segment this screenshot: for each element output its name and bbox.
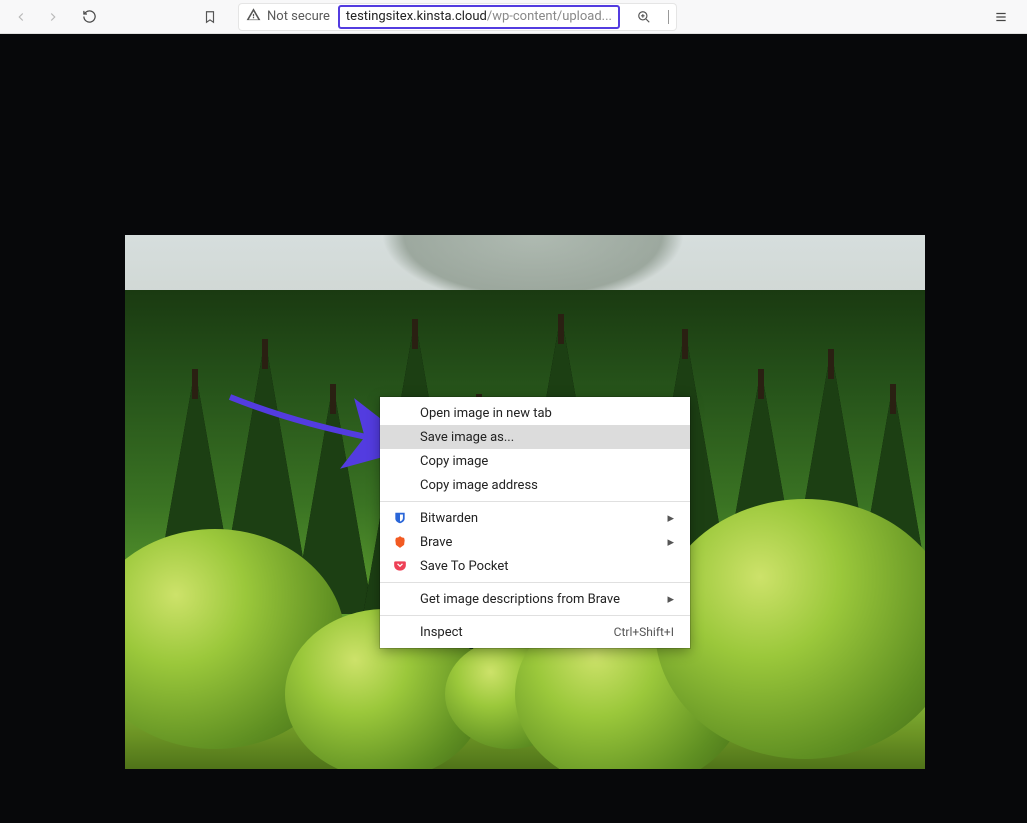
page-viewport: Open image in new tab Save image as... C… — [0, 34, 1027, 823]
warning-icon — [246, 7, 261, 26]
zoom-icon[interactable] — [634, 7, 654, 27]
ctx-open-image-new-tab[interactable]: Open image in new tab — [380, 401, 690, 425]
ctx-bitwarden[interactable]: Bitwarden ▸ — [380, 506, 690, 530]
url-path: /wp-content/upload... — [487, 9, 612, 24]
back-button[interactable] — [10, 6, 32, 28]
forward-button[interactable] — [42, 6, 64, 28]
ctx-shortcut: Ctrl+Shift+I — [614, 625, 674, 639]
ctx-copy-image[interactable]: Copy image — [380, 449, 690, 473]
bookmark-button[interactable] — [200, 7, 220, 27]
ctx-inspect[interactable]: Inspect Ctrl+Shift+I — [380, 620, 690, 644]
ctx-item-label: Inspect — [420, 625, 463, 640]
context-menu: Open image in new tab Save image as... C… — [380, 397, 690, 648]
url-domain: testingsitex.kinsta.cloud — [346, 9, 487, 24]
security-indicator[interactable]: Not secure — [246, 7, 330, 26]
ctx-get-image-descriptions[interactable]: Get image descriptions from Brave ▸ — [380, 587, 690, 611]
ctx-item-label: Save image as... — [420, 430, 514, 445]
ctx-item-label: Brave — [420, 535, 452, 550]
chevron-right-icon: ▸ — [667, 535, 674, 550]
brave-icon — [392, 534, 408, 550]
chevron-right-icon: ▸ — [667, 592, 674, 607]
not-secure-label: Not secure — [267, 9, 330, 24]
ctx-separator — [380, 615, 690, 616]
ctx-copy-image-address[interactable]: Copy image address — [380, 473, 690, 497]
url-cursor — [668, 10, 669, 24]
bitwarden-icon — [392, 510, 408, 526]
menu-button[interactable] — [991, 7, 1011, 27]
ctx-item-label: Get image descriptions from Brave — [420, 592, 620, 607]
url-highlight-box: testingsitex.kinsta.cloud/wp-content/upl… — [338, 5, 620, 29]
pocket-icon — [392, 558, 408, 574]
chevron-right-icon: ▸ — [667, 511, 674, 526]
ctx-separator — [380, 582, 690, 583]
ctx-item-label: Open image in new tab — [420, 406, 552, 421]
ctx-separator — [380, 501, 690, 502]
ctx-item-label: Bitwarden — [420, 511, 478, 526]
browser-toolbar: Not secure testingsitex.kinsta.cloud/wp-… — [0, 0, 1027, 34]
ctx-save-to-pocket[interactable]: Save To Pocket — [380, 554, 690, 578]
reload-button[interactable] — [78, 6, 100, 28]
ctx-brave[interactable]: Brave ▸ — [380, 530, 690, 554]
ctx-save-image-as[interactable]: Save image as... — [380, 425, 690, 449]
ctx-item-label: Save To Pocket — [420, 559, 509, 574]
address-bar[interactable]: Not secure testingsitex.kinsta.cloud/wp-… — [238, 3, 677, 31]
ctx-item-label: Copy image — [420, 454, 488, 469]
ctx-item-label: Copy image address — [420, 478, 538, 493]
